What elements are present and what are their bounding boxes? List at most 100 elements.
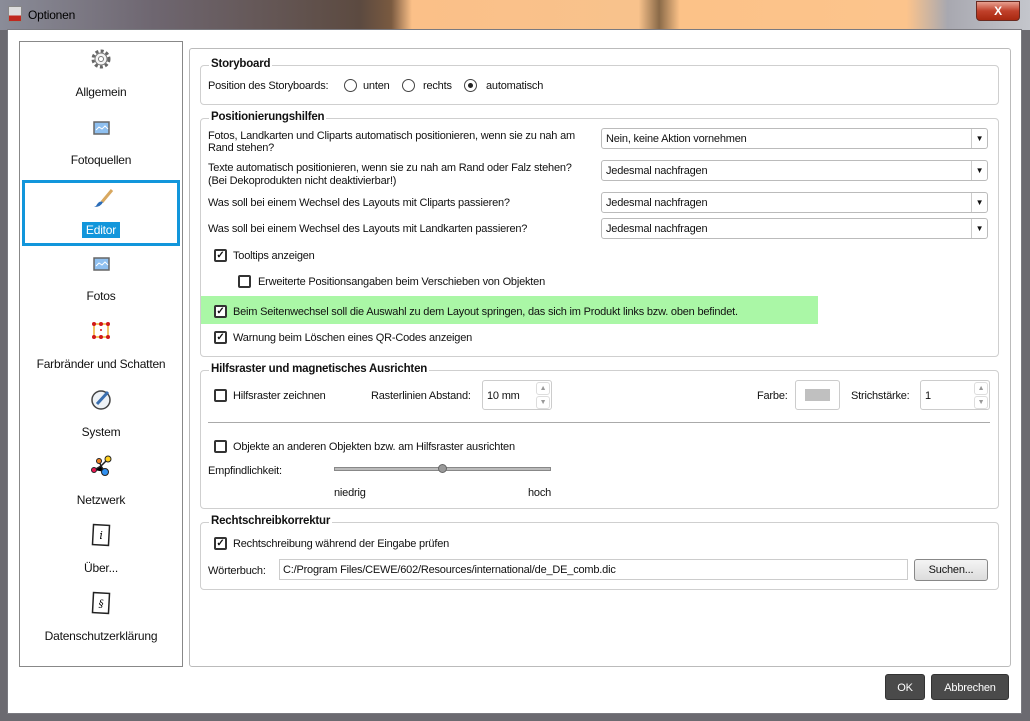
sidebar-item-editor[interactable]: Editor [22, 180, 180, 246]
setting-label: (Bei Dekoprodukten nicht deaktivierbar!) [208, 175, 397, 187]
radio-label: automatisch [486, 80, 544, 92]
slider-thumb[interactable] [438, 464, 447, 473]
image-icon [93, 257, 110, 271]
spin-up-icon[interactable]: ▲ [974, 382, 988, 395]
spinner-value: 1 [925, 390, 931, 402]
chevron-down-icon: ▼ [971, 193, 987, 212]
sidebar-item-label: Datenschutzerklärung [44, 629, 158, 643]
network-icon [91, 455, 112, 476]
sidebar-item-label: Fotos [86, 289, 116, 303]
checkbox-label: Hilfsraster zeichnen [233, 390, 326, 402]
browse-button[interactable]: Suchen... [914, 559, 988, 581]
close-button[interactable]: X [976, 1, 1020, 21]
frame-icon [92, 322, 110, 339]
chevron-down-icon: ▼ [971, 219, 987, 238]
storyboard-group: Storyboard Position des Storyboards: unt… [200, 58, 999, 105]
dictionary-path-input[interactable]: C:/Program Files/CEWE/602/Resources/inte… [279, 559, 908, 580]
sidebar-item-label: System [81, 425, 121, 439]
group-title: Hilfsraster und magnetisches Ausrichten [209, 363, 430, 375]
gear-icon [91, 49, 111, 69]
setting-label: Rand stehen? [208, 142, 275, 154]
draw-grid-checkbox[interactable] [214, 389, 227, 402]
tooltips-checkbox[interactable]: ✓ [214, 249, 227, 262]
spin-up-icon[interactable]: ▲ [536, 382, 550, 395]
setting-label: Was soll bei einem Wechsel des Layouts m… [208, 197, 510, 209]
sidebar-item-system[interactable]: System [20, 382, 182, 448]
sidebar-item-label: Fotoquellen [70, 153, 132, 167]
select-value: Jedesmal nachfragen [606, 223, 708, 235]
info-icon: i [91, 523, 111, 547]
brush-icon [94, 189, 114, 207]
slider-min-label: niedrig [334, 487, 366, 499]
cancel-button[interactable]: Abbrechen [931, 674, 1009, 700]
setting-label: Texte automatisch positionieren, wenn si… [208, 162, 572, 174]
select-value: Nein, keine Aktion vornehmen [606, 133, 747, 145]
chevron-down-icon: ▼ [971, 161, 987, 180]
system-icon [91, 390, 111, 410]
group-title: Storyboard [209, 58, 273, 70]
svg-text:i: i [99, 529, 102, 542]
snap-objects-checkbox[interactable] [214, 440, 227, 453]
checkbox-label: Erweiterte Positionsangaben beim Verschi… [258, 276, 546, 288]
stroke-width-spinner[interactable]: 1 ▲ ▼ [920, 380, 990, 410]
sidebar-item-fotos[interactable]: Fotos [20, 246, 182, 312]
sidebar-item-netzwerk[interactable]: Netzwerk [20, 450, 182, 516]
spin-down-icon[interactable]: ▼ [974, 396, 988, 409]
setting-label: Fotos, Landkarten und Cliparts automatis… [208, 130, 575, 142]
checkbox-label: Rechtschreibung während der Eingabe prüf… [233, 538, 450, 550]
grid-spacing-label: Rasterlinien Abstand: [371, 390, 471, 402]
radio-automatisch[interactable] [464, 79, 477, 92]
layout-change-cliparts-select[interactable]: Jedesmal nachfragen ▼ [601, 192, 988, 213]
grid-group: Hilfsraster und magnetisches Ausrichten … [200, 363, 999, 509]
select-value: Jedesmal nachfragen [606, 197, 708, 209]
sidebar-item-fotoquellen[interactable]: Fotoquellen [20, 110, 182, 176]
radio-unten[interactable] [344, 79, 357, 92]
page-change-layout-checkbox[interactable]: ✓ [214, 305, 227, 318]
dictionary-label: Wörterbuch: [208, 565, 266, 577]
auto-position-photos-select[interactable]: Nein, keine Aktion vornehmen ▼ [601, 128, 988, 149]
svg-text:§: § [99, 599, 104, 610]
group-title: Positionierungshilfen [209, 111, 327, 123]
sidebar-item-label: Farbränder und Schatten [36, 357, 166, 371]
grid-spacing-spinner[interactable]: 10 mm ▲ ▼ [482, 380, 552, 410]
spin-down-icon[interactable]: ▼ [536, 396, 550, 409]
slider-max-label: hoch [528, 487, 552, 499]
sensitivity-label: Empfindlichkeit: [208, 465, 282, 477]
spellcheck-checkbox[interactable]: ✓ [214, 537, 227, 550]
radio-rechts[interactable] [402, 79, 415, 92]
sidebar-item-label: Über... [84, 561, 118, 575]
radio-label: unten [363, 80, 390, 92]
sidebar-item-label: Netzwerk [76, 493, 126, 507]
sidebar-item-label: Allgemein [75, 85, 127, 99]
title-bar[interactable]: Optionen X [0, 0, 1030, 30]
storyboard-position-label: Position des Storyboards: [208, 80, 329, 92]
checkbox-label: Objekte an anderen Objekten bzw. am Hilf… [233, 441, 515, 453]
sidebar: Allgemein Fotoquellen Editor Fotos Farbr… [19, 41, 183, 667]
select-value: Jedesmal nachfragen [606, 165, 708, 177]
sidebar-item-allgemein[interactable]: Allgemein [20, 42, 182, 108]
checkbox-label: Beim Seitenwechsel soll die Auswahl zu d… [233, 306, 738, 318]
stroke-width-label: Strichstärke: [851, 390, 910, 402]
layout-change-maps-select[interactable]: Jedesmal nachfragen ▼ [601, 218, 988, 239]
checkbox-label: Tooltips anzeigen [233, 250, 315, 262]
color-label: Farbe: [757, 390, 788, 402]
spellcheck-group: Rechtschreibkorrektur ✓ Rechtschreibung … [200, 515, 999, 590]
grid-color-button[interactable] [795, 380, 840, 410]
sidebar-item-datenschutz[interactable]: § Datenschutzerklärung [20, 586, 182, 652]
qr-warning-checkbox[interactable]: ✓ [214, 331, 227, 344]
sidebar-item-farbraender[interactable]: Farbränder und Schatten [20, 314, 182, 380]
app-icon [8, 6, 22, 22]
extended-position-checkbox[interactable] [238, 275, 251, 288]
sidebar-item-ueber[interactable]: i Über... [20, 518, 182, 584]
divider [208, 422, 990, 423]
setting-label: Was soll bei einem Wechsel des Layouts m… [208, 223, 528, 235]
window-title: Optionen [28, 8, 76, 22]
auto-position-texts-select[interactable]: Jedesmal nachfragen ▼ [601, 160, 988, 181]
spinner-value: 10 mm [487, 390, 520, 402]
radio-label: rechts [423, 80, 452, 92]
chevron-down-icon: ▼ [971, 129, 987, 148]
color-swatch [805, 389, 830, 401]
paragraph-icon: § [91, 591, 111, 615]
group-title: Rechtschreibkorrektur [209, 515, 333, 527]
ok-button[interactable]: OK [885, 674, 925, 700]
